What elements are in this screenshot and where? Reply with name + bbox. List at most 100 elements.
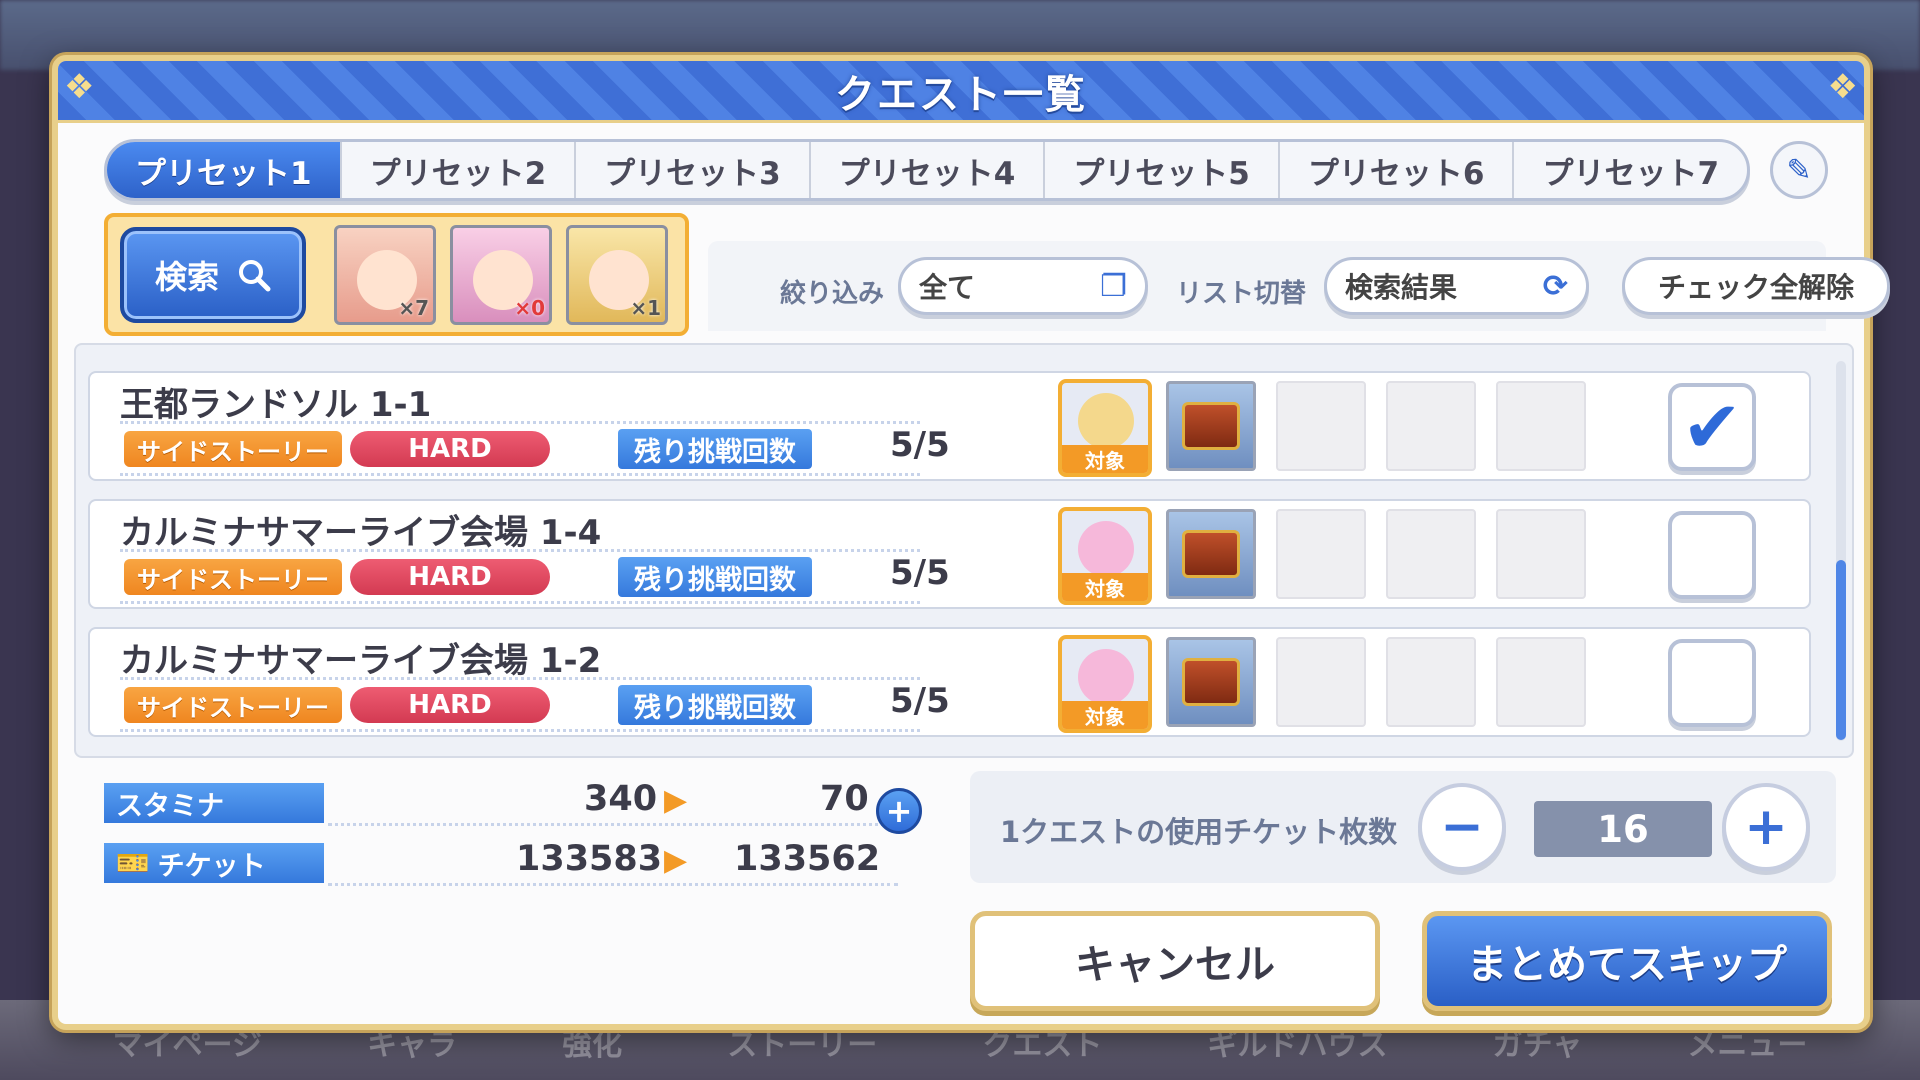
quest-row[interactable]: 王都ランドソル 1-1 サイドストーリー HARD 残り挑戦回数 5/5 対象 … xyxy=(88,371,1811,481)
uncheck-all-button[interactable]: チェック全解除 xyxy=(1622,257,1890,315)
empty-slot xyxy=(1386,509,1476,599)
quest-name: カルミナサマーライブ会場 1-4 xyxy=(120,513,602,553)
remain-label: 残り挑戦回数 xyxy=(618,429,812,469)
remain-label: 残り挑戦回数 xyxy=(618,557,812,597)
ticket-before: 133583 xyxy=(516,839,663,879)
arrow-right-icon: ▶ xyxy=(664,843,688,878)
treasure-chest-icon xyxy=(1182,658,1240,706)
divider xyxy=(328,823,898,826)
list-switch-dropdown[interactable]: 検索結果 ⟳ xyxy=(1324,257,1589,315)
edit-preset-button[interactable]: ✎ xyxy=(1770,141,1828,199)
target-character: 対象 xyxy=(1058,635,1152,733)
stamina-recover-button[interactable]: + xyxy=(876,788,922,834)
quest-checkbox[interactable]: ✔ xyxy=(1668,383,1756,471)
story-tag: サイドストーリー xyxy=(124,559,342,595)
tab-preset-7[interactable]: プリセット7 xyxy=(1514,142,1747,198)
remain-value: 5/5 xyxy=(890,681,950,721)
increase-tickets-button[interactable]: + xyxy=(1722,783,1810,871)
ticket-per-quest-label: 1クエストの使用チケット枚数 xyxy=(1000,815,1398,849)
stamina-label-text: スタミナ xyxy=(116,790,224,822)
quest-checkbox[interactable] xyxy=(1668,511,1756,599)
divider xyxy=(120,677,920,680)
target-face xyxy=(1078,393,1134,449)
ticket-after: 133562 xyxy=(734,839,881,879)
remain-value: 5/5 xyxy=(890,425,950,465)
skip-all-button[interactable]: まとめてスキップ xyxy=(1422,911,1832,1011)
plus-icon: + xyxy=(885,792,913,830)
search-panel: 検索 ×7 ×0 ×1 xyxy=(104,213,689,336)
divider xyxy=(120,601,920,604)
divider xyxy=(120,729,920,732)
decrease-tickets-button[interactable]: − xyxy=(1418,783,1506,871)
quest-list-dialog: ❖ クエスト一覧 ❖ プリセット1 プリセット2 プリセット3 プリセット4 プ… xyxy=(52,55,1890,1030)
ticket-icon: 🎫 xyxy=(116,848,150,879)
tab-preset-5[interactable]: プリセット5 xyxy=(1045,142,1280,198)
target-label: 対象 xyxy=(1062,701,1148,729)
target-character: 対象 xyxy=(1058,379,1152,477)
empty-slot xyxy=(1496,637,1586,727)
quest-list: 王都ランドソル 1-1 サイドストーリー HARD 残り挑戦回数 5/5 対象 … xyxy=(74,343,1854,758)
ticket-label: 🎫 チケット xyxy=(104,843,324,883)
tab-preset-1[interactable]: プリセット1 xyxy=(107,142,342,198)
empty-slot xyxy=(1386,381,1476,471)
divider xyxy=(120,473,920,476)
empty-slot xyxy=(1276,381,1366,471)
quest-name: カルミナサマーライブ会場 1-2 xyxy=(120,641,602,681)
divider xyxy=(120,549,920,552)
empty-slot xyxy=(1386,637,1476,727)
divider xyxy=(328,883,898,886)
arrow-right-icon: ▶ xyxy=(664,783,688,818)
empty-slot xyxy=(1496,381,1586,471)
search-button-label: 検索 xyxy=(154,258,219,296)
target-label: 対象 xyxy=(1062,573,1148,601)
reward-slot xyxy=(1166,637,1256,727)
narrow-label: 絞り込み xyxy=(780,279,885,309)
character-count: ×1 xyxy=(630,296,661,320)
list-switch-value: 検索結果 xyxy=(1345,271,1458,304)
character-portrait[interactable]: ×0 xyxy=(450,225,552,325)
tab-preset-6[interactable]: プリセット6 xyxy=(1280,142,1515,198)
narrow-dropdown[interactable]: 全て ❐ xyxy=(898,257,1148,315)
filter-row: 絞り込み 全て ❐ リスト切替 検索結果 ⟳ チェック全解除 xyxy=(708,241,1890,331)
list-switch-label: リスト切替 xyxy=(1176,279,1307,309)
ticket-label-text: チケット xyxy=(157,850,266,882)
empty-slot xyxy=(1276,509,1366,599)
character-count: ×7 xyxy=(398,296,429,320)
cancel-button[interactable]: キャンセル xyxy=(970,911,1380,1011)
character-portrait[interactable]: ×1 xyxy=(566,225,668,325)
search-icon xyxy=(239,260,271,292)
difficulty-badge: HARD xyxy=(350,559,550,595)
remain-value: 5/5 xyxy=(890,553,950,593)
quest-row[interactable]: カルミナサマーライブ会場 1-2 サイドストーリー HARD 残り挑戦回数 5/… xyxy=(88,627,1811,737)
difficulty-badge: HARD xyxy=(350,431,550,467)
search-button[interactable]: 検索 xyxy=(120,227,306,323)
stamina-before: 340 xyxy=(584,779,658,819)
tab-preset-4[interactable]: プリセット4 xyxy=(811,142,1046,198)
character-portrait[interactable]: ×7 xyxy=(334,225,436,325)
quest-checkbox[interactable] xyxy=(1668,639,1756,727)
refresh-icon: ⟳ xyxy=(1542,268,1568,304)
target-face xyxy=(1078,649,1134,705)
remain-label: 残り挑戦回数 xyxy=(618,685,812,725)
corner-ornament-icon: ❖ xyxy=(1827,67,1858,107)
checkmark-icon: ✔ xyxy=(1681,385,1743,469)
tab-preset-2[interactable]: プリセット2 xyxy=(342,142,577,198)
stamina-label: スタミナ xyxy=(104,783,324,823)
narrow-value: 全て xyxy=(919,271,976,304)
difficulty-badge: HARD xyxy=(350,687,550,723)
target-character: 対象 xyxy=(1058,507,1152,605)
scrollbar-thumb[interactable] xyxy=(1836,560,1846,740)
character-list: ×7 ×0 ×1 xyxy=(334,225,668,325)
empty-slot xyxy=(1276,637,1366,727)
reward-slot xyxy=(1166,381,1256,471)
treasure-chest-icon xyxy=(1182,530,1240,578)
dialog-title: クエスト一覧 xyxy=(835,71,1087,118)
story-tag: サイドストーリー xyxy=(124,431,342,467)
tab-preset-3[interactable]: プリセット3 xyxy=(576,142,811,198)
quest-row[interactable]: カルミナサマーライブ会場 1-4 サイドストーリー HARD 残り挑戦回数 5/… xyxy=(88,499,1811,609)
character-count: ×0 xyxy=(514,296,545,320)
ticket-count-value: 16 xyxy=(1534,801,1712,857)
pencil-icon: ✎ xyxy=(1786,152,1812,188)
ticket-per-quest-panel: 1クエストの使用チケット枚数 − 16 + xyxy=(970,771,1836,883)
window-stack-icon: ❐ xyxy=(1100,268,1127,304)
